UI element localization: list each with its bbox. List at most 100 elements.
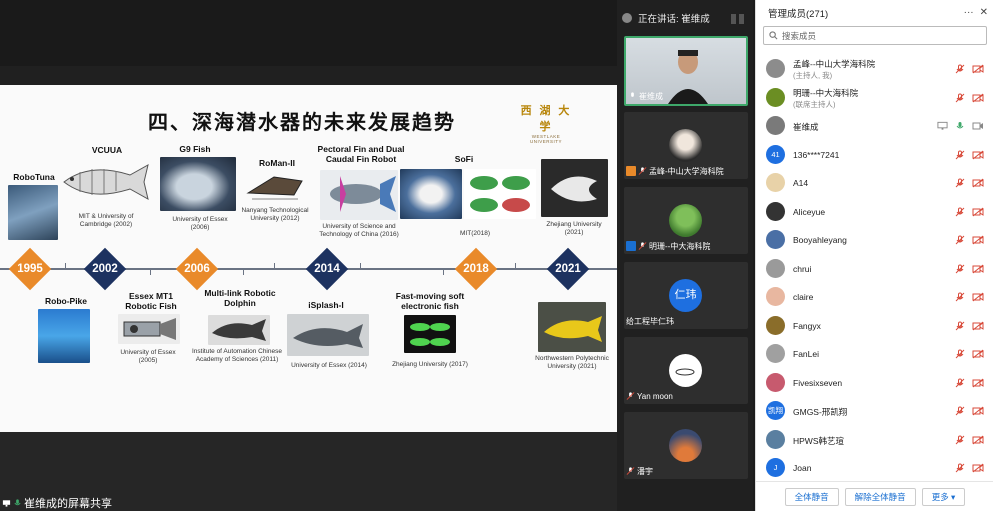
participant-name-text: Aliceyue — [793, 206, 826, 217]
share-top-bar — [0, 0, 617, 66]
participant-row[interactable]: J Joan — [756, 454, 993, 483]
video-muted-icon[interactable] — [972, 235, 984, 245]
participant-name: 崔维成 — [793, 121, 819, 133]
participant-row[interactable]: A14 — [756, 169, 993, 198]
sofi-diagram-image — [464, 169, 536, 219]
more-button[interactable]: 更多 ▾ — [921, 487, 966, 506]
mic-muted-icon[interactable] — [955, 435, 965, 445]
label-essex: Essex MT1 Robotic Fish — [125, 291, 177, 311]
unmute-all-button[interactable]: 解除全体静音 — [844, 487, 916, 506]
mic-muted-icon[interactable] — [955, 178, 965, 188]
panel-header-icons: ··· ✕ — [964, 7, 988, 18]
avatar — [766, 201, 785, 221]
participants-panel: 管理成员(271) ··· ✕ 搜索成员 孟峰--中山大学海科院 (主持人, 我)… — [755, 0, 993, 511]
participant-row[interactable]: Fivesixseven — [756, 369, 993, 398]
participant-row[interactable]: 孟峰--中山大学海科院 (主持人, 我) — [756, 55, 993, 84]
slide-title: 四、深海潜水器的未来发展趋势 — [148, 110, 456, 134]
mic-muted-icon[interactable] — [955, 207, 965, 217]
search-icon — [769, 31, 778, 40]
participant-row[interactable]: Aliceyue — [756, 198, 993, 227]
meeting-window: 四、深海潜水器的未来发展趋势 西 湖 大 学 WESTLAKE UNIVERSI… — [0, 0, 993, 511]
participant-name: Booyahleyang — [793, 235, 847, 245]
video-icon[interactable] — [972, 121, 984, 131]
participant-controls — [955, 349, 984, 359]
mute-all-button[interactable]: 全体静音 — [784, 487, 839, 506]
cohost-badge-icon — [626, 241, 636, 251]
mic-muted-icon[interactable] — [955, 235, 965, 245]
mic-muted-icon[interactable] — [955, 93, 965, 103]
video-tile-speaker[interactable]: 崔维成 — [624, 36, 748, 106]
label-vcuua: VCUUA — [91, 145, 123, 155]
participant-role: (主持人, 我) — [793, 71, 833, 80]
participant-row[interactable]: 41 136****7241 — [756, 141, 993, 170]
participant-row[interactable]: Fangyx — [756, 312, 993, 341]
close-icon[interactable]: ✕ — [980, 7, 988, 18]
video-muted-icon[interactable] — [972, 463, 984, 473]
participant-controls — [955, 264, 984, 274]
participant-controls — [955, 406, 984, 416]
participant-row[interactable]: HPWS韩艺瑄 — [756, 426, 993, 455]
mic-muted-icon[interactable] — [955, 463, 965, 473]
mic-muted-icon[interactable] — [955, 64, 965, 74]
caption-nwpu: Northwestern Polytechnic University (202… — [535, 355, 609, 370]
mic-muted-icon[interactable] — [955, 378, 965, 388]
participant-list: 孟峰--中山大学海科院 (主持人, 我) 明珊--中大海科院 (联席主持人) 崔维成 41… — [756, 55, 993, 483]
avatar — [766, 344, 785, 363]
video-tile-2[interactable]: 孟峰-中山大学海科院 — [624, 112, 748, 179]
video-tile-5[interactable]: Yan moon — [624, 337, 748, 404]
signal-icon — [731, 14, 744, 24]
video-muted-icon[interactable] — [972, 406, 984, 416]
participant-row[interactable]: 明珊--中大海科院 (联席主持人) — [756, 84, 993, 113]
caption-vcuua: MIT & University of Cambridge (2002) — [78, 213, 134, 228]
logo-en: WESTLAKE UNIVERSITY — [529, 134, 562, 144]
essex-mt1-image — [118, 314, 180, 344]
video-muted-icon[interactable] — [972, 93, 984, 103]
video-muted-icon[interactable] — [972, 349, 984, 359]
mic-muted-icon[interactable] — [955, 292, 965, 302]
avatar: 仁玮 — [669, 279, 702, 312]
avatar — [766, 116, 785, 135]
mic-muted-icon[interactable] — [955, 150, 965, 160]
screen-share-area[interactable]: 四、深海潜水器的未来发展趋势 西 湖 大 学 WESTLAKE UNIVERSI… — [0, 0, 617, 511]
video-tile-6[interactable]: 潘宇 — [624, 412, 748, 479]
mic-muted-icon[interactable] — [955, 264, 965, 274]
participant-row[interactable]: Booyahleyang — [756, 226, 993, 255]
timeline-tick — [65, 263, 66, 269]
video-muted-icon[interactable] — [972, 378, 984, 388]
video-muted-icon[interactable] — [972, 321, 984, 331]
mic-muted-icon[interactable] — [955, 349, 965, 359]
video-tile-3[interactable]: 明珊--中大海科院 — [624, 187, 748, 254]
panel-header: 管理成员(271) ··· ✕ — [756, 0, 993, 26]
search-input[interactable]: 搜索成员 — [763, 26, 987, 45]
video-muted-icon[interactable] — [972, 264, 984, 274]
caption-zju-top: Zhejiang University (2021) — [546, 221, 602, 236]
participant-row[interactable]: 凯翔 GMGS-邢凯翔 — [756, 397, 993, 426]
screen-share-owner: 崔维成的屏幕共享 — [24, 498, 112, 510]
mic-icon[interactable] — [955, 121, 965, 131]
avatar — [766, 173, 785, 192]
video-muted-icon[interactable] — [972, 178, 984, 188]
participant-row[interactable]: claire — [756, 283, 993, 312]
mic-muted-icon[interactable] — [955, 406, 965, 416]
participant-name: FanLei — [793, 349, 819, 359]
timeline-tick — [274, 263, 275, 269]
caption-sofi: MIT(2018) — [460, 230, 490, 237]
participant-row[interactable]: chrui — [756, 255, 993, 284]
more-options-icon[interactable]: ··· — [964, 7, 974, 18]
speaker-avatar-icon — [622, 13, 632, 23]
avatar — [766, 258, 785, 278]
participant-name-text: 明珊--中大海科院 — [793, 87, 859, 98]
participant-role: (联席主持人) — [793, 99, 836, 109]
participant-row[interactable]: FanLei — [756, 340, 993, 369]
video-muted-icon[interactable] — [972, 292, 984, 302]
video-muted-icon[interactable] — [972, 64, 984, 74]
presentation-slide: 四、深海潜水器的未来发展趋势 西 湖 大 学 WESTLAKE UNIVERSI… — [0, 85, 617, 432]
mic-muted-icon[interactable] — [955, 321, 965, 331]
video-muted-icon[interactable] — [972, 150, 984, 160]
video-tile-4[interactable]: 仁玮 给工程毕仁玮 — [624, 262, 748, 329]
participant-row[interactable]: 崔维成 — [756, 112, 993, 141]
tile-name: 给工程毕仁玮 — [626, 316, 674, 326]
avatar: 41 — [766, 144, 785, 164]
video-muted-icon[interactable] — [972, 207, 984, 217]
video-muted-icon[interactable] — [972, 435, 984, 445]
